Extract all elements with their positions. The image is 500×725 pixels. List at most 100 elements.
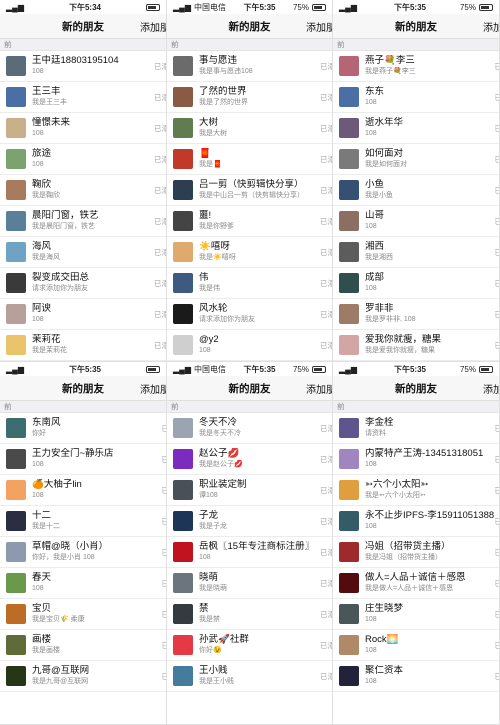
friend-info: 赵公子💋 我是赵公子💋 xyxy=(199,448,243,470)
friend-request-row[interactable]: ☀️嘻呀我是☀️嘻呀 已添 xyxy=(167,237,332,268)
friend-request-row[interactable]: 罗非非我是罗非非, 108 已 xyxy=(333,299,499,330)
phone-panel: ▂▄▆中国电信下午5:3575%新的朋友添加朋前冬天不冷我是冬天不冷已添赵公子💋… xyxy=(167,362,333,725)
friend-request-row[interactable]: 事与愿违我是事与愿违108 已添 xyxy=(167,51,332,82)
add-friend-button[interactable]: 添加朋 xyxy=(140,19,166,34)
friend-request-row[interactable]: 旅途 108 已添 xyxy=(0,144,166,175)
avatar xyxy=(173,118,193,138)
friend-request-row[interactable]: 草帽@晓（小肖）你好，我是小肖 108已 xyxy=(0,537,166,568)
battery-icon xyxy=(478,3,493,11)
friend-name: 子龙 xyxy=(199,510,219,521)
friend-request-row[interactable]: 画楼我是画楼已 xyxy=(0,630,166,661)
friend-info: 🍊大柚子lin 108 xyxy=(32,479,82,501)
nav-bar: 新的朋友 添加朋 xyxy=(0,376,166,401)
friend-request-row[interactable]: 李金栓请资料 已 xyxy=(333,413,499,444)
friend-request-row[interactable]: 湘西我是湘西 已 xyxy=(333,237,499,268)
friend-request-row[interactable]: 职业装定制谭108 已添 xyxy=(167,475,332,506)
friend-request-row[interactable]: 茉莉花我是茉莉花 已添 xyxy=(0,330,166,361)
add-friend-button[interactable]: 添加朋 xyxy=(306,381,332,396)
friend-name: 王力安全门~静乐店 xyxy=(32,448,114,459)
friend-request-row[interactable]: 憧憬未来 108 已添 xyxy=(0,113,166,144)
friend-request-row[interactable]: 做人=人品＋诚信＋感恩我是做人=人品＋诚信＋感恩 已 xyxy=(333,568,499,599)
friend-request-row[interactable]: 了然的世界我是了然的世界 已添 xyxy=(167,82,332,113)
avatar xyxy=(6,511,26,531)
friend-request-row[interactable]: 十二我是十二已 xyxy=(0,506,166,537)
friend-name: 赵公子💋 xyxy=(199,448,240,459)
friend-request-row[interactable]: 春天108已 xyxy=(0,568,166,599)
friend-request-row[interactable]: 海风我是海风 已添 xyxy=(0,237,166,268)
friend-message: 我是罗非非, 108 xyxy=(365,316,416,323)
friend-request-row[interactable]: 永不止步IPFS-李15911051388 108 已 xyxy=(333,506,499,537)
friend-request-row[interactable]: 岳枫〖15年专注商标注册〗 108 已添 xyxy=(167,537,332,568)
friend-request-row[interactable]: 王力安全门~静乐店108已 xyxy=(0,444,166,475)
friend-request-row[interactable]: 燕子💐李三我是燕子💐李三 已 xyxy=(333,51,499,82)
friend-request-row[interactable]: 大树我是大树 已添 xyxy=(167,113,332,144)
friend-request-row[interactable]: 晨阳门窗，铁艺我是晨阳门窗，铁艺 已添 xyxy=(0,206,166,237)
friend-request-row[interactable]: 东南风你好已 xyxy=(0,413,166,444)
friend-request-row[interactable]: 庄生晓梦 108 已 xyxy=(333,599,499,630)
friend-request-row[interactable]: 裂变成交田总请求添加你为朋友 已添 xyxy=(0,268,166,299)
friend-request-row[interactable]: 吕一剪（快剪辑快分享） 我是中山吕一剪（快剪辑快分享） 已添 xyxy=(167,175,332,206)
carrier-label: 中国电信 xyxy=(193,364,226,374)
friend-request-row[interactable]: 爱我你就瘦，糖果我是爱我你就瘦，糖果 已 xyxy=(333,330,499,361)
friend-name: 燕子💐李三 xyxy=(365,55,415,66)
friend-request-row[interactable]: 赵公子💋 我是赵公子💋 已添 xyxy=(167,444,332,475)
friend-request-row[interactable]: 🍊大柚子lin108已 xyxy=(0,475,166,506)
friend-request-row[interactable]: 如何面对我是如何面对 已 xyxy=(333,144,499,175)
friend-request-row[interactable]: 王中廷18803195104 108 已添 xyxy=(0,51,166,82)
friend-request-row[interactable]: Rock🌅 108 已 xyxy=(333,630,499,661)
add-friend-button[interactable]: 添加朋 xyxy=(140,381,166,396)
status-left: ▂▄▆ 中国电信 xyxy=(173,2,226,13)
friend-request-row[interactable]: 鞠欣我是鞠欣 已添 xyxy=(0,175,166,206)
carrier-label: 中国电信 xyxy=(193,2,226,12)
friend-info: 冬天不冷 我是冬天不冷 xyxy=(199,417,241,439)
friend-info: 茉莉花 我是茉莉花 xyxy=(32,334,67,356)
friend-request-row[interactable]: 九哥@互联网我是九哥@互联网已 xyxy=(0,661,166,692)
add-friend-button[interactable]: 添加 xyxy=(483,381,499,396)
friend-request-row[interactable]: ➳六个小太阳➳ 我是➳六个小太阳➳ 已 xyxy=(333,475,499,506)
friend-name: 茉莉花 xyxy=(32,334,61,345)
friend-message: 108 xyxy=(32,68,44,75)
friend-info: 子龙 我是子龙 xyxy=(199,510,227,532)
friend-request-row[interactable]: 子龙我是子龙 已添 xyxy=(167,506,332,537)
friend-request-row[interactable]: 王小贱我是王小贱 已添 xyxy=(167,661,332,692)
friend-request-row[interactable]: 聚仁资本 108 已 xyxy=(333,661,499,692)
friend-info: 燕子💐李三 我是燕子💐李三 xyxy=(365,55,416,77)
avatar xyxy=(6,180,26,200)
friend-info: 小鱼 我是小鱼 xyxy=(365,179,393,201)
added-status: 已添 xyxy=(320,610,332,619)
friend-name: 风水轮 xyxy=(199,303,228,314)
friend-message: 108 xyxy=(199,347,211,354)
friend-request-row[interactable]: 禁我是禁 已添 xyxy=(167,599,332,630)
added-status: 已添 xyxy=(154,341,166,350)
friend-request-row[interactable]: 🧧 我是🧧 已添 xyxy=(167,144,332,175)
friend-info: 了然的世界 我是了然的世界 xyxy=(199,86,248,108)
friend-request-row[interactable]: 冯姐（招带货主播） 我是冯姐（招带货主播） 已 xyxy=(333,537,499,568)
friend-request-row[interactable]: 山哥 108 已 xyxy=(333,206,499,237)
status-left: ▂▄▆ 中国电信 xyxy=(173,364,226,375)
friend-name: 噩! xyxy=(199,210,212,221)
friend-info: 内蒙特产王涛-13451318051 108 xyxy=(365,448,483,470)
friend-message: 108 xyxy=(32,585,44,592)
friend-request-row[interactable]: 逝水年华 108 已 xyxy=(333,113,499,144)
friend-request-row[interactable]: 孙武🚀社群你好😉 已添 xyxy=(167,630,332,661)
add-friend-button[interactable]: 添加 xyxy=(483,19,499,34)
friend-request-row[interactable]: 晓萌我是晓萌 已添 xyxy=(167,568,332,599)
friend-request-row[interactable]: 王三丰我是王三丰 已添 xyxy=(0,82,166,113)
added-status: 已 xyxy=(495,454,500,465)
friend-info: 罗非非 我是罗非非, 108 xyxy=(365,303,416,325)
friend-request-row[interactable]: @y2108已添 xyxy=(167,330,332,361)
friend-request-row[interactable]: 阿谀 108 已添 xyxy=(0,299,166,330)
friend-request-row[interactable]: 小鱼我是小鱼 已 xyxy=(333,175,499,206)
add-friend-button[interactable]: 添加朋 xyxy=(306,19,332,34)
friend-request-row[interactable]: 风水轮请求添加你为朋友 已添 xyxy=(167,299,332,330)
friend-request-row[interactable]: 冬天不冷我是冬天不冷 已添 xyxy=(167,413,332,444)
friend-request-row[interactable]: 内蒙特产王涛-13451318051 108 已 xyxy=(333,444,499,475)
friend-request-row[interactable]: 宝贝我是宝贝🌾 柔康已 xyxy=(0,599,166,630)
avatar xyxy=(173,635,193,655)
friend-request-row[interactable]: 成部 108 已 xyxy=(333,268,499,299)
friend-info: 聚仁资本 108 xyxy=(365,665,403,687)
friend-request-row[interactable]: 东东 108 已 xyxy=(333,82,499,113)
friend-request-row[interactable]: 伟我是伟 已添 xyxy=(167,268,332,299)
friend-message: 我是➳六个小太阳➳ xyxy=(365,492,426,499)
friend-request-row[interactable]: 噩! 我是你野爹 已添 xyxy=(167,206,332,237)
